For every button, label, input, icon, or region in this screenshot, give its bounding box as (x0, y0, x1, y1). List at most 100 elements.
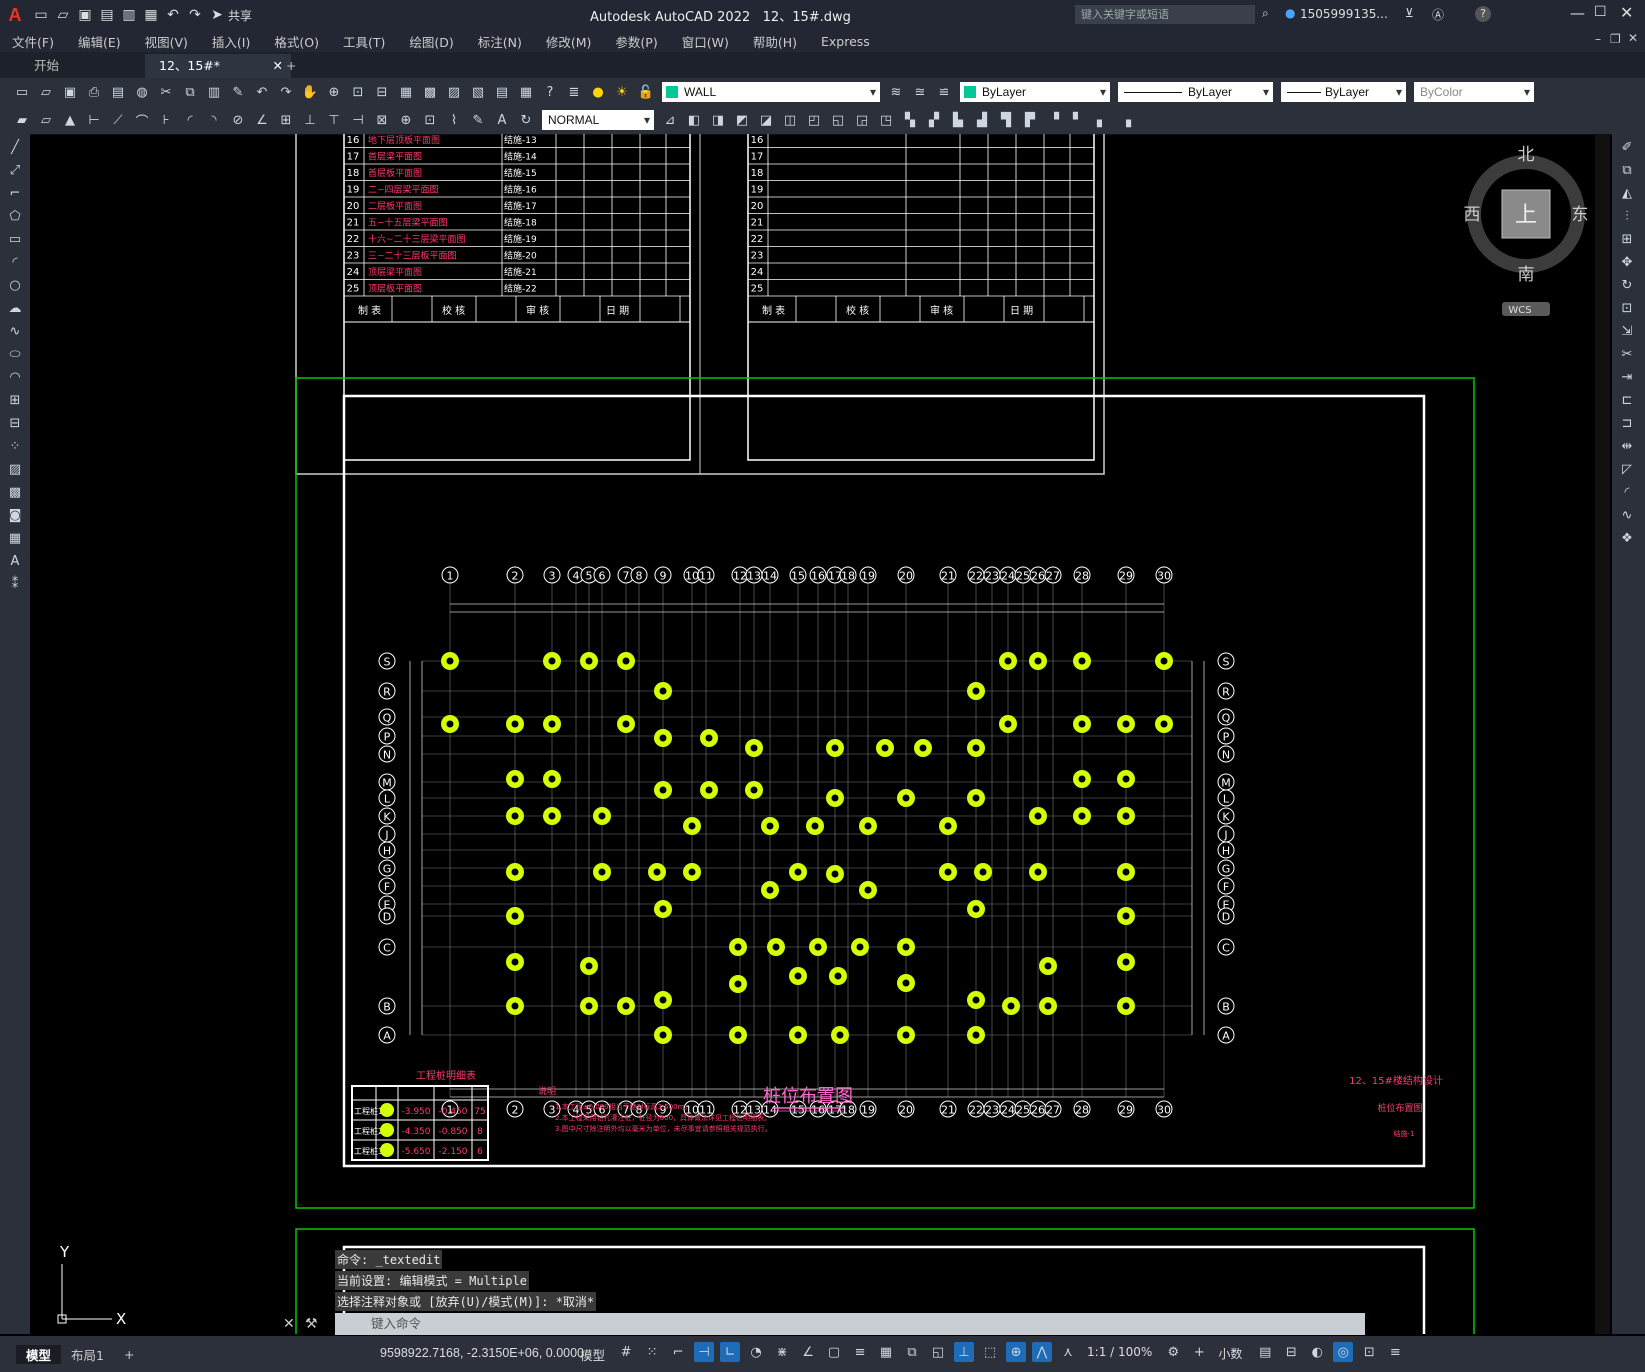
pile-marker[interactable] (543, 770, 561, 788)
pile-marker[interactable] (506, 863, 524, 881)
cart-icon[interactable]: ⊻ (1405, 6, 1414, 20)
pile-marker[interactable] (1073, 715, 1091, 733)
block-editor-icon[interactable]: ▰ (12, 110, 32, 130)
tool-k-icon[interactable]: ▞ (924, 110, 944, 130)
publish-icon[interactable]: ▥ (118, 4, 140, 26)
layer-freeze-icon[interactable]: ☀ (612, 82, 632, 102)
customization-icon[interactable]: ≡ (1385, 1342, 1405, 1362)
tab-layout1[interactable]: 布局1 (61, 1345, 114, 1364)
scale-icon[interactable]: ⊡ (1617, 298, 1637, 318)
pile-marker[interactable] (1029, 652, 1047, 670)
tool-a-icon[interactable]: ◧ (684, 110, 704, 130)
pile-marker[interactable] (789, 863, 807, 881)
pile-marker[interactable] (654, 682, 672, 700)
preview-icon[interactable]: ▤ (108, 82, 128, 102)
tool-s-icon[interactable]: ▗ (1116, 110, 1136, 130)
user-icon[interactable]: ● (1285, 6, 1295, 20)
tool-m-icon[interactable]: ▟ (972, 110, 992, 130)
cut-icon[interactable]: ✂ (156, 82, 176, 102)
plot-icon[interactable]: ▦ (140, 4, 162, 26)
jogged-linear-icon[interactable]: ⌇ (444, 110, 464, 130)
pile-marker[interactable] (967, 900, 985, 918)
redo-tool-icon[interactable]: ↷ (276, 82, 296, 102)
pile-marker[interactable] (729, 975, 747, 993)
explode-icon[interactable]: ❖ (1617, 528, 1637, 548)
pile-marker[interactable] (593, 807, 611, 825)
pile-marker[interactable] (617, 715, 635, 733)
saveas-icon[interactable]: ▤ (96, 4, 118, 26)
qnew-icon[interactable]: ▭ (12, 82, 32, 102)
wblock-icon[interactable]: ▲ (60, 110, 80, 130)
rectangle-icon[interactable]: ▭ (5, 229, 25, 249)
zoom-window-icon[interactable]: ⊡ (348, 82, 368, 102)
hatch-icon[interactable]: ▨ (5, 459, 25, 479)
tool-r-icon[interactable]: ▖ (1092, 110, 1112, 130)
dim-radius-icon[interactable]: ◜ (180, 110, 200, 130)
polyline-icon[interactable]: ⌐ (5, 183, 25, 203)
tolerance-icon[interactable]: ⊠ (372, 110, 392, 130)
tool-q-icon[interactable]: ▘ (1068, 110, 1088, 130)
help-icon[interactable]: ? (1475, 6, 1491, 22)
close-icon[interactable]: ✕ (1620, 3, 1633, 22)
table-icon[interactable]: ▦ (5, 528, 25, 548)
pile-marker[interactable] (745, 781, 763, 799)
quickcalc-icon[interactable]: ▦ (516, 82, 536, 102)
pile-marker[interactable] (851, 938, 869, 956)
add-selected-icon[interactable]: ⁑ (5, 574, 25, 594)
menu-dimension[interactable]: 标注(N) (466, 32, 534, 51)
break-at-point-icon[interactable]: ⊏ (1617, 390, 1637, 410)
pile-marker[interactable] (897, 1026, 915, 1044)
pile-marker[interactable] (700, 729, 718, 747)
open-file-icon[interactable]: ▱ (36, 82, 56, 102)
compass-north[interactable]: 北 (1518, 145, 1535, 165)
pile-marker[interactable] (1073, 770, 1091, 788)
model-space-button[interactable]: 模型 (580, 1345, 605, 1364)
pile-marker[interactable] (967, 789, 985, 807)
pile-marker[interactable] (806, 817, 824, 835)
trim-icon[interactable]: ✂ (1617, 344, 1637, 364)
inspect-icon[interactable]: ⊡ (420, 110, 440, 130)
save-file-icon[interactable]: ▣ (60, 82, 80, 102)
menu-edit[interactable]: 编辑(E) (66, 32, 133, 51)
pile-marker[interactable] (580, 957, 598, 975)
break-icon[interactable]: ⊐ (1617, 413, 1637, 433)
menu-tools[interactable]: 工具(T) (331, 32, 397, 51)
pile-marker[interactable] (831, 1026, 849, 1044)
command-customize-icon[interactable]: ⚒ (305, 1316, 318, 1332)
insert-block-icon[interactable]: ⊞ (5, 390, 25, 410)
tool-i-icon[interactable]: ◳ (876, 110, 896, 130)
lock-ui-icon[interactable]: ⊟ (1281, 1342, 1301, 1362)
layer-dropdown[interactable]: WALL (662, 82, 880, 102)
tool-b-icon[interactable]: ◨ (708, 110, 728, 130)
dim-jogged-icon[interactable]: ◝ (204, 110, 224, 130)
menu-help[interactable]: 帮助(H) (741, 32, 809, 51)
zoom-realtime-icon[interactable]: ⊕ (324, 82, 344, 102)
undo-tool-icon[interactable]: ↶ (252, 82, 272, 102)
pile-marker[interactable] (789, 967, 807, 985)
pile-marker[interactable] (761, 817, 779, 835)
snap-icon[interactable]: ⁙ (642, 1342, 662, 1362)
pile-marker[interactable] (580, 997, 598, 1015)
auto-scale-icon[interactable]: ⋏ (1058, 1342, 1078, 1362)
dynamic-input-icon[interactable]: ⊣ (694, 1342, 715, 1362)
pile-marker[interactable] (729, 938, 747, 956)
pile-marker[interactable] (1117, 907, 1135, 925)
pile-marker[interactable] (939, 817, 957, 835)
pile-marker[interactable] (654, 1026, 672, 1044)
layer-state-icon[interactable]: ≌ (934, 82, 954, 102)
pile-marker[interactable] (441, 652, 459, 670)
sheet-set-icon[interactable]: ▧ (468, 82, 488, 102)
fillet-icon[interactable]: ◜ (1617, 482, 1637, 502)
menu-window[interactable]: 窗口(W) (670, 32, 741, 51)
lineweight-dropdown[interactable]: ByLayer (1281, 82, 1406, 102)
doc-restore-icon[interactable]: ❐ (1610, 32, 1621, 46)
extend-icon[interactable]: ⇥ (1617, 367, 1637, 387)
plotstyle-dropdown[interactable]: ByColor (1414, 82, 1534, 102)
dim-angular-icon[interactable]: ∠ (252, 110, 272, 130)
design-center-icon[interactable]: ▩ (420, 82, 440, 102)
circle-icon[interactable]: ○ (5, 275, 25, 295)
menu-view[interactable]: 视图(V) (133, 32, 200, 51)
layer-manager-icon[interactable]: ≣ (564, 82, 584, 102)
point-icon[interactable]: ⁘ (5, 436, 25, 456)
copy-icon[interactable]: ⧉ (180, 82, 200, 102)
